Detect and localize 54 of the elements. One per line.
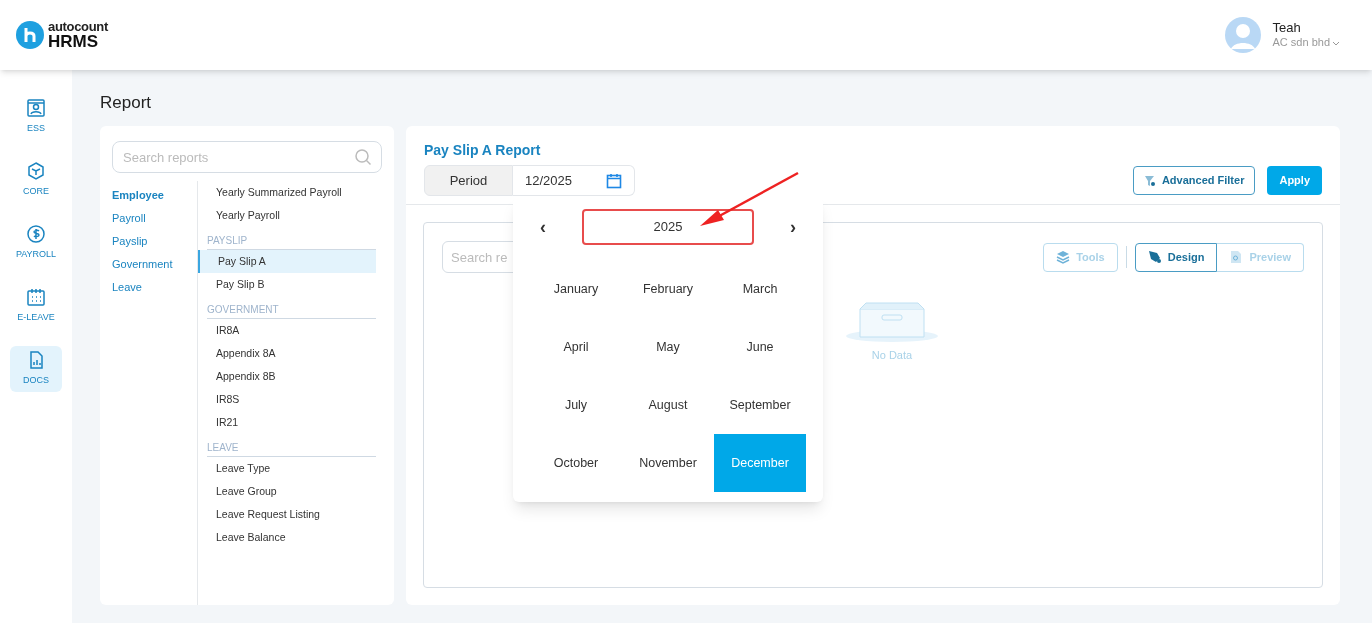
empty-box-icon	[844, 301, 940, 343]
nav-item[interactable]: CORE	[10, 157, 62, 203]
user-name: Teah	[1272, 20, 1302, 37]
document-search-icon	[1229, 250, 1244, 264]
empty-text: No Data	[871, 348, 913, 363]
report-item[interactable]: Pay Slip A	[198, 250, 376, 273]
report-item[interactable]: Leave Type	[198, 457, 376, 480]
pen-tool-icon	[1147, 250, 1162, 264]
logo-product: HRMS	[48, 33, 100, 50]
layers-icon	[1056, 250, 1071, 264]
nav-item[interactable]: PAYROLL	[10, 220, 62, 266]
logo-wordmark: autocount	[48, 20, 108, 33]
category-link[interactable]: Payroll	[112, 210, 197, 227]
filter-icon	[1143, 174, 1156, 187]
group-heading: GOVERNMENT	[207, 296, 376, 319]
advanced-filter-button[interactable]: Advanced Filter	[1132, 166, 1256, 195]
nav-item[interactable]: E-LEAVE	[10, 283, 62, 329]
nav-item[interactable]: DOCS	[10, 346, 62, 392]
report-item[interactable]: Leave Balance	[198, 526, 376, 549]
logo-icon	[16, 21, 44, 49]
year-label[interactable]: 2025	[582, 209, 754, 245]
dollar-icon	[26, 224, 46, 245]
category-link[interactable]: Payslip	[112, 233, 197, 250]
search-icon	[354, 148, 372, 166]
period-field[interactable]: 12/2025	[513, 165, 635, 196]
view-tab[interactable]: Design	[1134, 242, 1218, 272]
report-item[interactable]: Leave Request Listing	[198, 503, 376, 526]
company-name: AC sdn bhd	[1272, 36, 1330, 50]
id-card-icon	[26, 98, 46, 119]
page-title: Report	[100, 92, 153, 112]
report-item[interactable]: Leave Group	[198, 480, 376, 503]
group-heading: LEAVE	[207, 434, 376, 457]
period-label: Period	[424, 165, 513, 196]
calendar-icon	[26, 287, 46, 308]
report-item[interactable]: Yearly Payroll	[198, 204, 376, 227]
report-item[interactable]: IR8A	[198, 319, 376, 342]
report-item[interactable]: Yearly Summarized Payroll	[198, 181, 376, 204]
next-year-button[interactable]: ›	[790, 213, 796, 241]
chevron-down-icon[interactable]	[1332, 39, 1340, 48]
report-item[interactable]: IR8S	[198, 388, 376, 411]
calendar-icon	[606, 172, 622, 189]
category-link[interactable]: Employee	[112, 187, 197, 204]
previous-year-button[interactable]: ‹	[540, 213, 546, 241]
report-title: Pay Slip A Report	[424, 141, 542, 160]
report-item[interactable]: Appendix 8B	[198, 365, 376, 388]
search-field[interactable]: Search reports	[112, 141, 382, 173]
report-item[interactable]: Appendix 8A	[198, 342, 376, 365]
report-item[interactable]: Pay Slip B	[198, 273, 376, 296]
cube-icon	[26, 161, 46, 182]
report-item[interactable]: IR21	[198, 411, 376, 434]
avatar[interactable]	[1224, 17, 1261, 53]
category-link[interactable]: Leave	[112, 279, 197, 296]
category-link[interactable]: Government	[112, 256, 197, 273]
nav-item[interactable]: ESS	[10, 94, 62, 140]
